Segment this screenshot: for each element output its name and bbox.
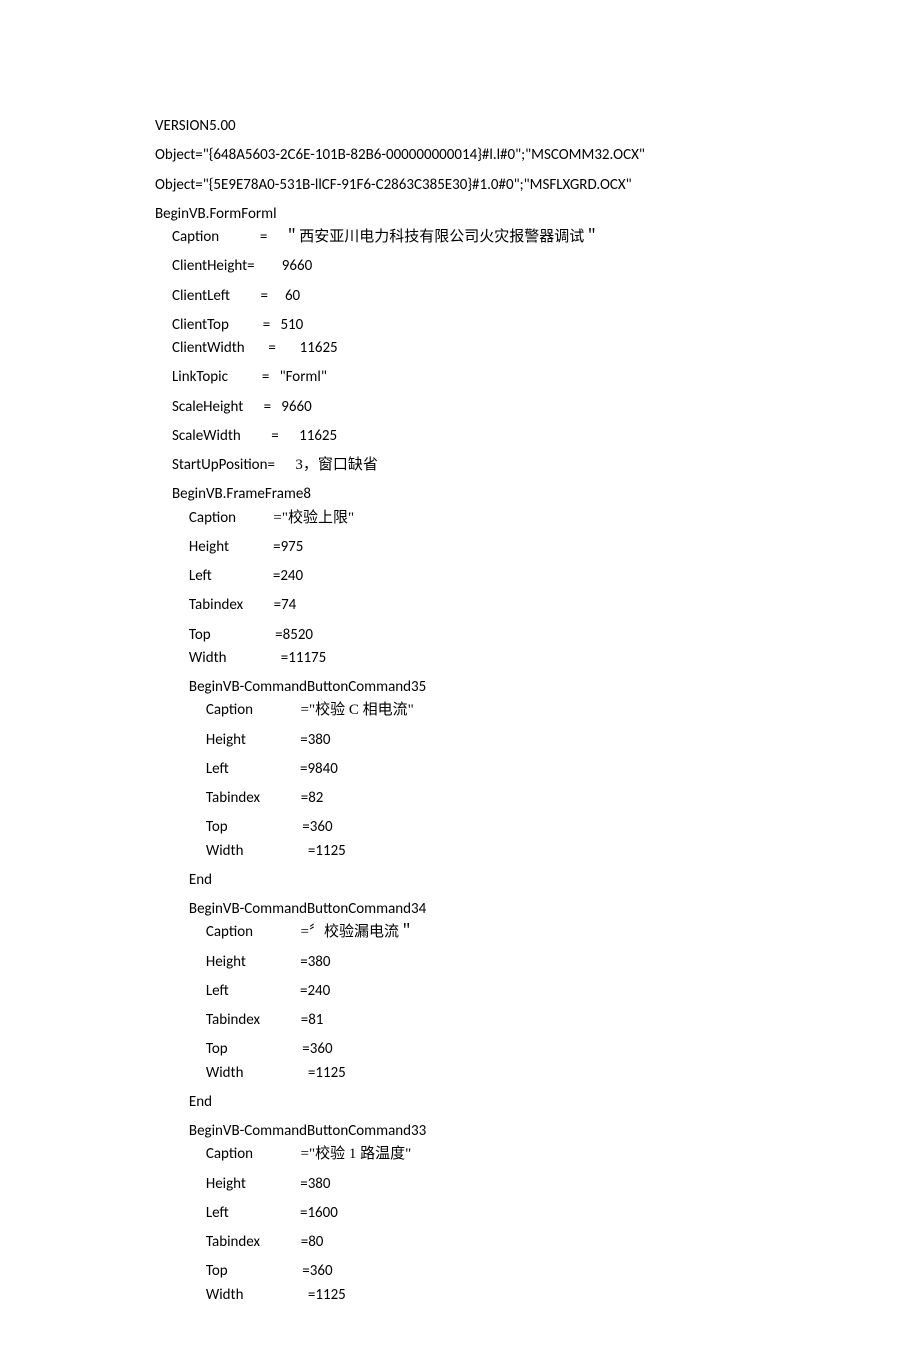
frame8-tabindex: Tabindex =74 <box>155 594 860 617</box>
form-clienttop: ClientTop = 510 <box>155 314 860 337</box>
cmd35-end: End <box>155 869 860 892</box>
cmd35-left: Left =9840 <box>155 758 860 781</box>
document-page: VERSION5.00 Object="{648A5603-2C6E-101B-… <box>0 0 920 1371</box>
frame8-left: Left =240 <box>155 565 860 588</box>
form-scalewidth: ScaleWidth = 11625 <box>155 425 860 448</box>
cmd35-width: Width =1125 <box>155 840 860 863</box>
cmd33-top: Top =360 <box>155 1260 860 1283</box>
form-begin: BeginVB.FormForml <box>155 203 860 226</box>
cmd34-end: End <box>155 1091 860 1114</box>
cmd34-caption: Caption =〞校验漏电流＂ <box>155 921 860 944</box>
cmd35-begin: BeginVB-CommandButtonCommand35 <box>155 676 860 699</box>
cmd34-left: Left =240 <box>155 980 860 1003</box>
cmd33-caption: Caption ="校验 1 路温度" <box>155 1143 860 1166</box>
form-scaleheight: ScaleHeight = 9660 <box>155 396 860 419</box>
cmd33-width: Width =1125 <box>155 1284 860 1307</box>
cmd35-height: Height =380 <box>155 729 860 752</box>
form-startup: StartUpPosition= 3，窗口缺省 <box>155 454 860 477</box>
cmd34-height: Height =380 <box>155 951 860 974</box>
cmd34-tabindex: Tabindex =81 <box>155 1009 860 1032</box>
cmd33-height: Height =380 <box>155 1173 860 1196</box>
cmd35-caption: Caption ="校验 C 相电流" <box>155 699 860 722</box>
cmd35-tabindex: Tabindex =82 <box>155 787 860 810</box>
cmd35-top: Top =360 <box>155 816 860 839</box>
object-line-1: Object="{648A5603-2C6E-101B-82B6-0000000… <box>155 144 860 167</box>
cmd34-width: Width =1125 <box>155 1062 860 1085</box>
frame8-begin: BeginVB.FrameFrame8 <box>155 483 860 506</box>
form-clientleft: ClientLeft = 60 <box>155 285 860 308</box>
cmd33-left: Left =1600 <box>155 1202 860 1225</box>
form-clientheight: ClientHeight= 9660 <box>155 255 860 278</box>
frame8-caption: Caption ="校验上限" <box>155 507 860 530</box>
frame8-height: Height =975 <box>155 536 860 559</box>
cmd34-top: Top =360 <box>155 1038 860 1061</box>
frame8-width: Width =11175 <box>155 647 860 670</box>
version-line: VERSION5.00 <box>155 115 860 138</box>
frame8-top: Top =8520 <box>155 624 860 647</box>
cmd33-tabindex: Tabindex =80 <box>155 1231 860 1254</box>
cmd34-begin: BeginVB-CommandButtonCommand34 <box>155 898 860 921</box>
form-clientwidth: ClientWidth = 11625 <box>155 337 860 360</box>
form-linktopic: LinkTopic = "Forml" <box>155 366 860 389</box>
form-caption: Caption = ＂西安亚川电力科技有限公司火灾报警器调试＂ <box>155 226 860 249</box>
object-line-2: Object="{5E9E78A0-531B-llCF-91F6-C2863C3… <box>155 174 860 197</box>
cmd33-begin: BeginVB-CommandButtonCommand33 <box>155 1120 860 1143</box>
